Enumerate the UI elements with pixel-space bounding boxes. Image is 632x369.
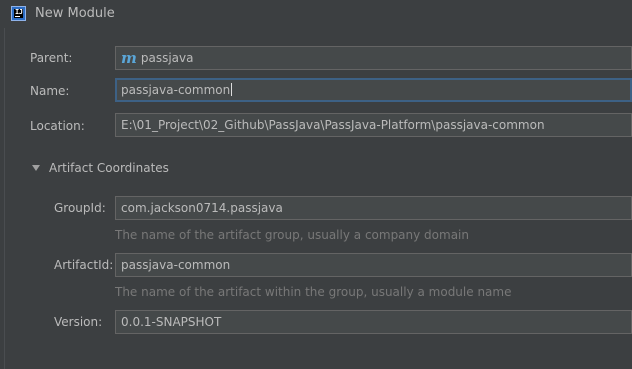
location-value: E:\01_Project\02_Github\PassJava\PassJav… (121, 118, 545, 132)
window-title: New Module (35, 6, 115, 21)
artifactid-hint: The name of the artifact within the grou… (115, 285, 512, 299)
groupid-input[interactable]: com.jackson0714.passjava (115, 196, 632, 220)
groupid-hint: The name of the artifact group, usually … (115, 228, 469, 242)
maven-module-icon: m (121, 49, 137, 67)
parent-field[interactable]: m passjava (115, 46, 632, 70)
version-input[interactable]: 0.0.1-SNAPSHOT (115, 310, 632, 334)
intellij-idea-icon: IJ (11, 6, 26, 21)
location-input[interactable]: E:\01_Project\02_Github\PassJava\PassJav… (115, 113, 632, 137)
location-label: Location: (30, 119, 85, 133)
parent-value: passjava (140, 51, 194, 65)
name-label: Name: (30, 84, 70, 98)
version-value: 0.0.1-SNAPSHOT (121, 315, 222, 329)
title-bar: IJ New Module (0, 0, 632, 28)
version-label: Version: (54, 315, 103, 329)
artifactid-label: ArtifactId: (54, 258, 114, 272)
parent-label: Parent: (30, 51, 73, 65)
artifactid-input[interactable]: passjava-common (115, 253, 632, 277)
text-caret (231, 83, 233, 96)
groupid-value: com.jackson0714.passjava (121, 201, 283, 215)
groupid-label: GroupId: (54, 201, 106, 215)
app-icon-text: IJ (15, 8, 23, 16)
dialog-left-border (4, 28, 5, 369)
artifactid-value: passjava-common (121, 258, 231, 272)
chevron-down-icon[interactable] (32, 165, 40, 171)
name-value: passjava-common (121, 83, 231, 97)
artifact-section-title[interactable]: Artifact Coordinates (49, 161, 169, 175)
name-input[interactable]: passjava-common (115, 78, 632, 102)
